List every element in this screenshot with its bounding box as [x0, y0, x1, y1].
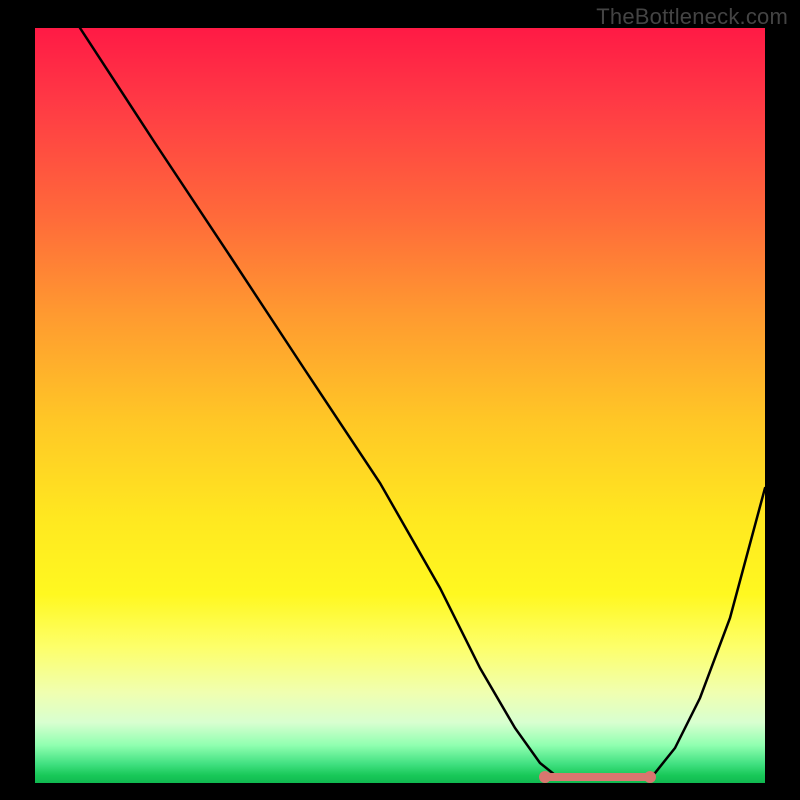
bottleneck-curve-svg [35, 28, 765, 783]
chart-area [35, 28, 765, 783]
optimal-range-end-dot [644, 771, 656, 783]
bottleneck-curve-path [80, 28, 765, 779]
optimal-range-start-dot [539, 771, 551, 783]
watermark-text: TheBottleneck.com [596, 4, 788, 30]
